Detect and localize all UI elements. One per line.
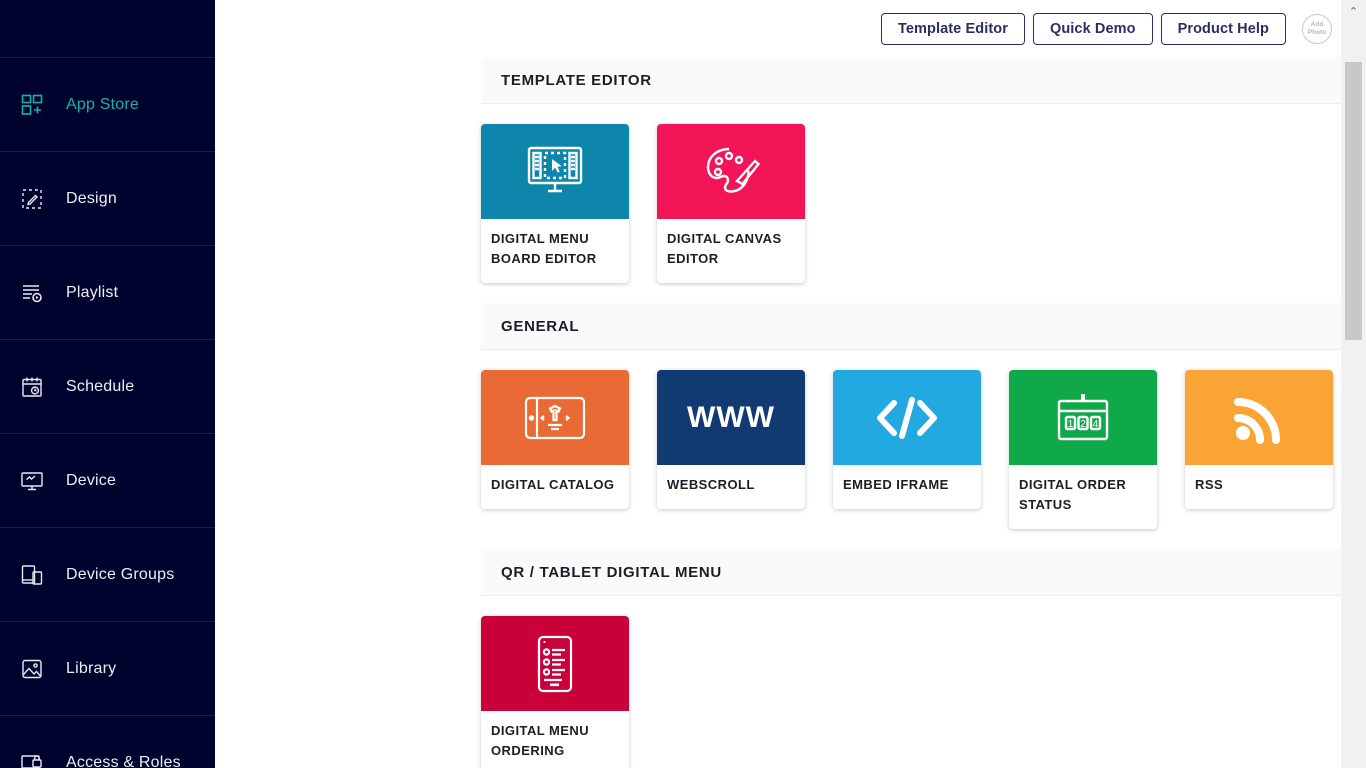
svg-text:2: 2 xyxy=(1080,419,1086,430)
tile-digital-catalog[interactable]: DIGITAL CATALOG xyxy=(481,370,629,509)
sidebar-item-schedule[interactable]: Schedule xyxy=(0,339,215,433)
tile-digital-canvas-editor[interactable]: DIGITAL CANVAS EDITOR xyxy=(657,124,805,283)
mobile-menu-list-icon xyxy=(481,616,629,711)
section-title: TEMPLATE EDITOR xyxy=(501,71,652,89)
tile-label: DIGITAL MENU ORDERING xyxy=(491,723,590,758)
tile-label: DIGITAL CANVAS EDITOR xyxy=(667,231,782,266)
www-text-icon: WWW xyxy=(657,370,805,465)
sidebar-item-label: Device xyxy=(66,471,117,489)
tile-rss[interactable]: RSS xyxy=(1185,370,1333,509)
order-status-board-icon: 1 2 4 xyxy=(1009,370,1157,465)
devices-icon xyxy=(10,563,54,587)
section-header-qr-tablet-digital-menu: QR / TABLET DIGITAL MENU xyxy=(481,549,1341,596)
monitor-icon xyxy=(10,469,54,493)
tile-label: WEBSCROLL xyxy=(667,477,755,492)
section-header-general: GENERAL xyxy=(481,303,1341,350)
playlist-icon xyxy=(10,281,54,305)
sidebar-logo-area xyxy=(0,0,215,57)
tile-label: DIGITAL ORDER STATUS xyxy=(1019,477,1127,512)
sidebar-item-design[interactable]: Design xyxy=(0,151,215,245)
section-title: GENERAL xyxy=(501,317,580,335)
sidebar-item-label: Design xyxy=(66,189,118,207)
sidebar-item-device-groups[interactable]: Device Groups xyxy=(0,527,215,621)
tile-webscroll[interactable]: WWW WEBSCROLL xyxy=(657,370,805,509)
code-brackets-icon xyxy=(833,370,981,465)
tile-digital-menu-ordering[interactable]: DIGITAL MENU ORDERING xyxy=(481,616,629,768)
avatar[interactable]: Add Photo xyxy=(1302,13,1332,44)
menu-board-editor-icon xyxy=(481,124,629,219)
sidebar-item-label: App Store xyxy=(66,95,139,113)
product-help-button[interactable]: Product Help xyxy=(1160,12,1286,45)
paint-palette-icon xyxy=(657,124,805,219)
image-icon xyxy=(10,657,54,681)
sidebar-item-app-store[interactable]: App Store xyxy=(0,57,215,151)
tile-label: DIGITAL MENU BOARD EDITOR xyxy=(491,231,597,266)
sidebar-item-device[interactable]: Device xyxy=(0,433,215,527)
tablet-catalog-icon xyxy=(481,370,629,465)
tile-label: EMBED IFRAME xyxy=(843,477,949,492)
avatar-line-1: Add xyxy=(1310,21,1324,28)
tile-row-general: DIGITAL CATALOG WWW WEBSCROLL EMBED IFRA… xyxy=(481,350,1341,529)
sidebar-item-label: Library xyxy=(66,659,117,677)
content-scroll-region: TEMPLATE EDITOR DIGITAL MENU BOARD EDITO… xyxy=(215,57,1341,768)
avatar-line-2: Photo xyxy=(1307,28,1327,36)
tile-label: DIGITAL CATALOG xyxy=(491,477,615,492)
vertical-scrollbar[interactable]: ⌃ xyxy=(1341,0,1366,768)
sidebar-item-playlist[interactable]: Playlist xyxy=(0,245,215,339)
scroll-up-arrow-icon[interactable]: ⌃ xyxy=(1341,0,1366,22)
svg-text:1: 1 xyxy=(1068,419,1074,430)
app-store-panel: TEMPLATE EDITOR DIGITAL MENU BOARD EDITO… xyxy=(481,57,1341,768)
tile-digital-menu-board-editor[interactable]: DIGITAL MENU BOARD EDITOR xyxy=(481,124,629,283)
tile-embed-iframe[interactable]: EMBED IFRAME xyxy=(833,370,981,509)
svg-text:4: 4 xyxy=(1093,419,1099,430)
scrollbar-thumb[interactable] xyxy=(1345,62,1362,340)
section-title: QR / TABLET DIGITAL MENU xyxy=(501,563,722,581)
lock-screen-icon xyxy=(10,751,54,768)
apps-grid-plus-icon xyxy=(10,93,54,117)
sidebar-item-label: Playlist xyxy=(66,283,119,301)
calendar-clock-icon xyxy=(10,375,54,399)
app-root: App Store Design Playlist Schedule Devic… xyxy=(0,0,1366,768)
sidebar-item-label: Access & Roles xyxy=(66,753,181,768)
sidebar-item-label: Schedule xyxy=(66,377,135,395)
quick-demo-button[interactable]: Quick Demo xyxy=(1032,12,1153,45)
main-area: Template Editor Quick Demo Product Help … xyxy=(215,0,1366,768)
pencil-edit-icon xyxy=(10,187,54,211)
tile-label: RSS xyxy=(1195,477,1224,492)
sidebar-item-access-roles[interactable]: Access & Roles xyxy=(0,715,215,768)
sidebar-item-library[interactable]: Library xyxy=(0,621,215,715)
www-label: WWW xyxy=(687,400,775,434)
topbar: Template Editor Quick Demo Product Help … xyxy=(215,0,1366,57)
tile-digital-order-status[interactable]: 1 2 4 DIGITAL ORDER STATUS xyxy=(1009,370,1157,529)
tile-row-qr-tablet: DIGITAL MENU ORDERING xyxy=(481,596,1341,768)
tile-row-template-editor: DIGITAL MENU BOARD EDITOR DIGITAL CANVAS xyxy=(481,104,1341,283)
section-header-template-editor: TEMPLATE EDITOR xyxy=(481,57,1341,104)
rss-feed-icon xyxy=(1185,370,1333,465)
sidebar-item-label: Device Groups xyxy=(66,565,175,583)
template-editor-button[interactable]: Template Editor xyxy=(880,12,1025,45)
sidebar: App Store Design Playlist Schedule Devic… xyxy=(0,0,215,768)
